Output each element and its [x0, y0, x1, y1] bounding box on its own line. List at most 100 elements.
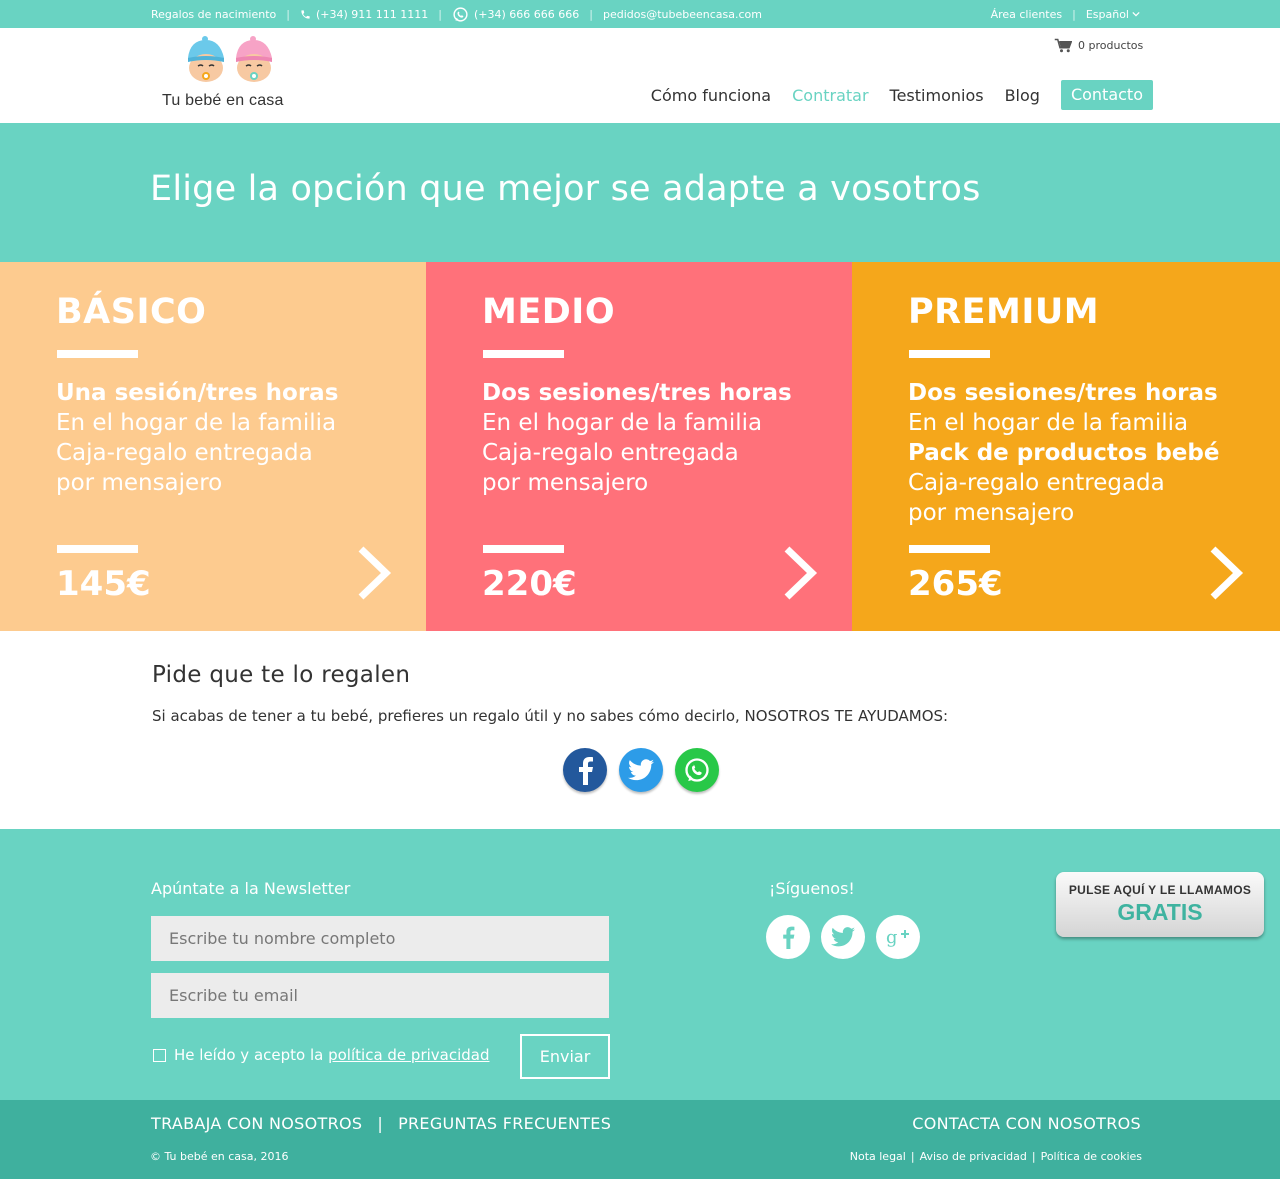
plan-feature: Pack de productos bebé — [908, 440, 1220, 466]
plan-basico[interactable]: BÁSICO Una sesión/tres horas En el hogar… — [0, 262, 426, 631]
privacy-checkbox[interactable] — [153, 1048, 166, 1062]
work-with-us-link[interactable]: TRABAJA CON NOSOTROS — [151, 1114, 362, 1133]
share-whatsapp-button[interactable] — [675, 748, 719, 792]
nav-contacto-button[interactable]: Contacto — [1060, 80, 1153, 110]
twitter-icon — [628, 759, 654, 781]
nav-como-funciona[interactable]: Cómo funciona — [651, 86, 771, 105]
callback-button[interactable]: PULSE AQUÍ Y LE LLAMAMOS GRATIS — [1056, 872, 1264, 937]
plan-feature: En el hogar de la familia — [482, 410, 763, 436]
gift-section: Pide que te lo regalen Si acabas de tene… — [0, 631, 1280, 829]
newsletter-send-button[interactable]: Enviar — [520, 1034, 610, 1079]
callback-free-label: GRATIS — [1117, 899, 1203, 925]
chevron-right-icon[interactable] — [1208, 545, 1244, 601]
privacy-notice-link[interactable]: Aviso de privacidad — [920, 1150, 1027, 1163]
top-bar-contact: Regalos de nacimiento | (+34) 911 111 11… — [151, 0, 762, 28]
svg-text:g: g — [886, 927, 898, 948]
footer: Apúntate a la Newsletter He leído y acep… — [0, 829, 1280, 1100]
separator: | — [1031, 1150, 1036, 1163]
twitter-icon — [831, 927, 855, 947]
gift-text: Si acabas de tener a tu bebé, prefieres … — [152, 707, 949, 725]
copyright: © Tu bebé en casa, 2016 — [150, 1150, 289, 1163]
newsletter-email-input[interactable] — [151, 973, 609, 1018]
whatsapp-icon — [453, 6, 468, 22]
share-buttons — [563, 748, 719, 792]
faq-link[interactable]: PREGUNTAS FRECUENTES — [398, 1114, 611, 1133]
bottom-bar: TRABAJA CON NOSOTROS | PREGUNTAS FRECUEN… — [0, 1100, 1280, 1179]
plan-price: 265€ — [908, 564, 1003, 604]
gift-link[interactable]: Regalos de nacimiento — [151, 8, 276, 21]
privacy-consent: He leído y acepto la política de privaci… — [153, 1046, 490, 1064]
plan-price: 220€ — [482, 564, 577, 604]
pricing-plans: BÁSICO Una sesión/tres horas En el hogar… — [0, 262, 1280, 631]
separator: | — [438, 7, 442, 21]
plan-name: BÁSICO — [56, 292, 207, 332]
follow-title: ¡Síguenos! — [769, 879, 855, 898]
language-select[interactable]: Español — [1086, 8, 1140, 21]
phone-icon — [301, 9, 310, 19]
page-title: Elige la opción que mejor se adapte a vo… — [150, 169, 981, 209]
privacy-text: He leído y acepto la política de privaci… — [174, 1046, 490, 1064]
nav-blog[interactable]: Blog — [1005, 86, 1040, 105]
phone-link[interactable]: (+34) 911 111 1111 — [300, 8, 428, 21]
top-bar: Regalos de nacimiento | (+34) 911 111 11… — [0, 0, 1280, 28]
plan-divider — [483, 350, 564, 358]
email-link[interactable]: pedidos@tubebeencasa.com — [603, 8, 762, 21]
privacy-policy-link[interactable]: política de privacidad — [328, 1046, 489, 1064]
site-header: Tu bebé en casa 0 productos Cómo funcion… — [0, 28, 1280, 123]
plan-divider — [57, 545, 138, 553]
separator: | — [910, 1150, 915, 1163]
plan-feature: por mensajero — [482, 470, 649, 496]
separator: | — [1072, 7, 1076, 21]
plan-feature: por mensajero — [56, 470, 223, 496]
social-links: g — [766, 915, 920, 959]
main-nav: Cómo funciona Contratar Testimonios Blog… — [651, 80, 1153, 110]
newsletter-name-input[interactable] — [151, 916, 609, 961]
share-facebook-button[interactable] — [563, 748, 607, 792]
plan-divider — [909, 545, 990, 553]
legal-links: Nota legal | Aviso de privacidad | Polít… — [850, 1150, 1142, 1163]
plan-divider — [57, 350, 138, 358]
cart-icon — [1054, 38, 1072, 53]
top-bar-right: Área clientes | Español — [991, 0, 1140, 28]
social-facebook-button[interactable] — [766, 915, 810, 959]
bottom-links: TRABAJA CON NOSOTROS | PREGUNTAS FRECUEN… — [151, 1114, 611, 1133]
plan-feature: En el hogar de la familia — [56, 410, 337, 436]
social-googleplus-button[interactable]: g — [876, 915, 920, 959]
whatsapp-icon — [685, 758, 709, 782]
plan-price: 145€ — [56, 564, 151, 604]
separator: | — [377, 1114, 384, 1133]
chevron-right-icon[interactable] — [782, 545, 818, 601]
babies-logo-icon — [188, 36, 272, 82]
separator: | — [589, 7, 593, 21]
plan-divider — [483, 545, 564, 553]
contact-us-link[interactable]: CONTACTA CON NOSOTROS — [912, 1114, 1141, 1133]
separator: | — [286, 7, 290, 21]
nav-contratar[interactable]: Contratar — [792, 86, 868, 105]
logo-text: Tu bebé en casa — [162, 92, 284, 109]
plan-features: Dos sesiones/tres horas En el hogar de l… — [482, 378, 792, 498]
client-area-link[interactable]: Área clientes — [991, 8, 1063, 21]
cookies-policy-link[interactable]: Política de cookies — [1041, 1150, 1142, 1163]
plan-features: Una sesión/tres horas En el hogar de la … — [56, 378, 338, 498]
cart[interactable]: 0 productos — [1054, 38, 1143, 53]
share-twitter-button[interactable] — [619, 748, 663, 792]
plan-medio[interactable]: MEDIO Dos sesiones/tres horas En el hoga… — [426, 262, 852, 631]
hero-banner: Elige la opción que mejor se adapte a vo… — [0, 123, 1280, 262]
plan-feature: Una sesión/tres horas — [56, 380, 339, 406]
plan-premium[interactable]: PREMIUM Dos sesiones/tres horas En el ho… — [852, 262, 1280, 631]
plan-features: Dos sesiones/tres horas En el hogar de l… — [908, 378, 1219, 528]
chevron-right-icon[interactable] — [356, 545, 392, 601]
plan-name: PREMIUM — [908, 292, 1100, 332]
social-twitter-button[interactable] — [821, 915, 865, 959]
logo[interactable]: Tu bebé en casa — [162, 36, 297, 110]
nav-testimonios[interactable]: Testimonios — [890, 86, 984, 105]
whatsapp-link[interactable]: (+34) 666 666 666 — [452, 6, 579, 23]
plan-name: MEDIO — [482, 292, 616, 332]
plan-feature: por mensajero — [908, 500, 1075, 526]
plan-feature: Caja-regalo entregada — [56, 440, 313, 466]
facebook-icon — [579, 757, 593, 785]
plan-feature: Dos sesiones/tres horas — [482, 380, 792, 406]
plan-feature: Caja-regalo entregada — [908, 470, 1165, 496]
chevron-down-icon — [1132, 11, 1140, 17]
legal-notice-link[interactable]: Nota legal — [850, 1150, 906, 1163]
